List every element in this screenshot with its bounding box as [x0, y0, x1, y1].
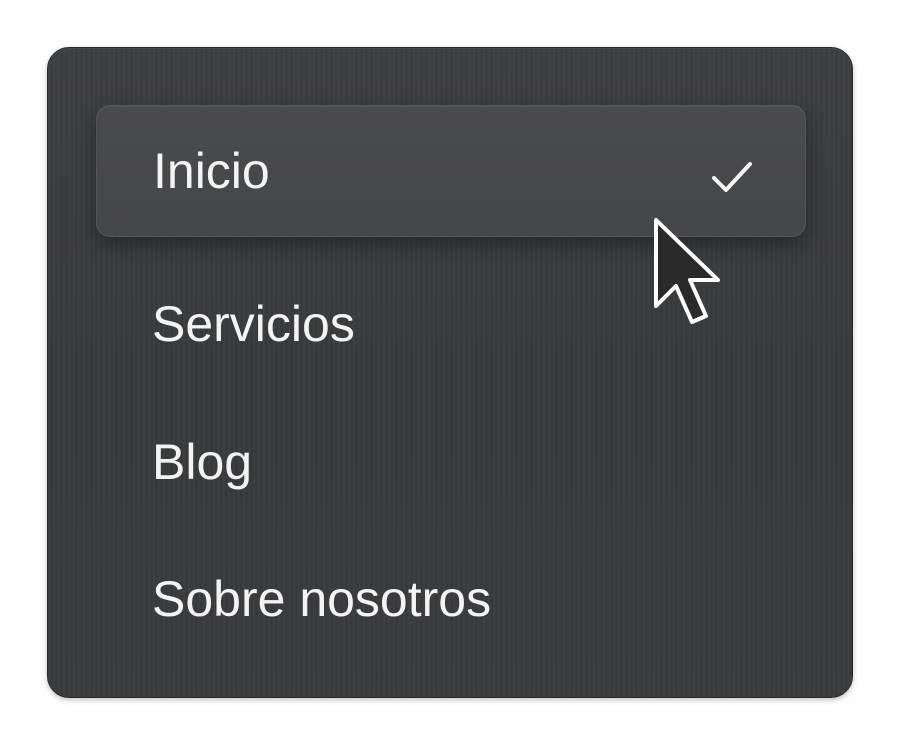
menu-item-servicios[interactable]: Servicios	[96, 258, 806, 390]
menu-item-label: Servicios	[152, 296, 355, 352]
menu-item-blog[interactable]: Blog	[96, 396, 806, 528]
checkmark-icon	[709, 151, 755, 192]
menu-item-label: Inicio	[153, 143, 270, 199]
menu-item-label: Blog	[152, 434, 253, 490]
dropdown-menu: Inicio Servicios Blog Sobre nosotros	[47, 47, 853, 698]
menu-item-inicio[interactable]: Inicio	[96, 105, 806, 237]
menu-item-sobre-nosotros[interactable]: Sobre nosotros	[96, 533, 806, 665]
menu-item-label: Sobre nosotros	[152, 571, 492, 627]
